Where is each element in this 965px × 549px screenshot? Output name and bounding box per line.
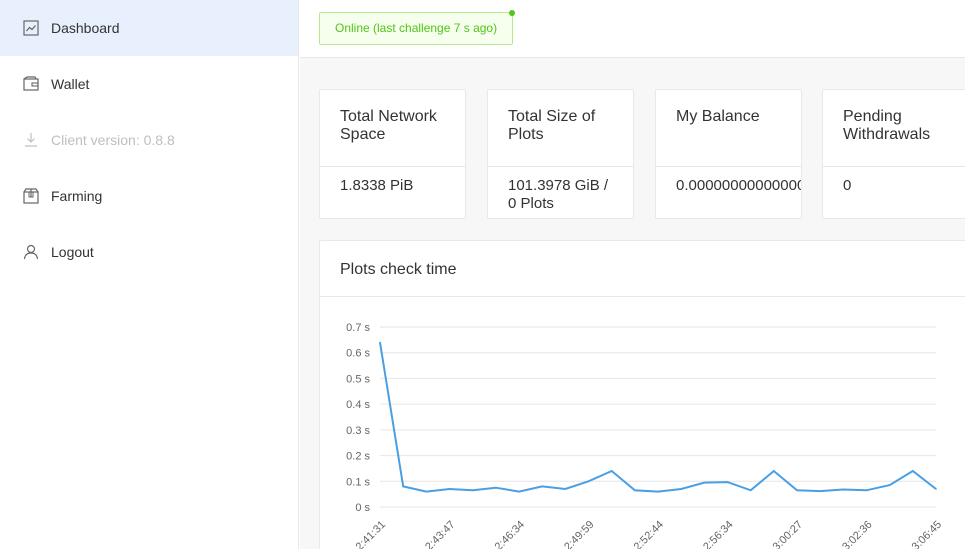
area-chart-icon [22,19,40,37]
sidebar-item-dashboard[interactable]: Dashboard [0,0,298,56]
y-tick-label: 0.3 s [346,425,370,437]
x-tick-label: 2:52:44 [632,519,666,549]
series-line [379,342,937,493]
stat-card-plots-size: Total Size of Plots 101.3978 GiB / 0 Plo… [487,89,634,219]
stat-card-balance: My Balance 0.000000000000000 [655,89,802,219]
data-point [749,489,752,492]
y-tick-label: 0.5 s [346,373,370,385]
data-point [379,341,381,344]
x-tick-label: 3:02:36 [840,519,874,549]
data-point [935,488,937,490]
data-point [842,488,845,491]
data-point [634,489,636,492]
sidebar-item-label: Client version: 0.8.8 [51,132,175,148]
data-point [448,488,451,490]
data-point [912,470,914,472]
data-point [541,485,543,488]
data-point [796,489,798,492]
x-tick-label: 2:46:34 [493,519,527,549]
main-content: Online (last challenge 7 s ago) Total Ne… [300,0,965,549]
sidebar-item-client-version: Client version: 0.8.8 [0,112,298,168]
data-point [865,489,868,492]
x-tick-label: 2:49:59 [562,519,596,549]
stat-card-value: 0 [843,177,852,194]
wallet-icon [22,75,40,93]
line-chart: 0.7 s 0.6 s 0.5 s 0.4 s 0.3 s 0.2 s 0.1 s 0 s 2:… [346,322,944,549]
data-point [726,481,729,483]
data-point [425,490,428,493]
stat-card-title: Total Size of Plots [488,90,633,167]
x-tick-label: 2:41:31 [354,519,388,549]
chart-title: Plots check time [320,241,965,297]
sidebar-item-label: Logout [51,244,94,260]
sidebar-item-farming[interactable]: Farming [0,168,298,224]
stat-card-title: My Balance [656,90,801,167]
stat-card-value: 101.3978 GiB / 0 Plots [508,177,609,212]
y-tick-label: 0.1 s [346,476,370,488]
sidebar-item-wallet[interactable]: Wallet [0,56,298,112]
box-icon [22,187,40,205]
data-point [495,486,497,489]
data-point [657,490,659,493]
status-dot-icon [509,10,516,16]
y-tick-label: 0.7 s [346,322,370,334]
data-point [610,470,613,472]
user-icon [22,243,40,261]
data-point [402,485,404,488]
x-tick-label: 2:43:47 [423,519,457,549]
x-tick-label: 3:06:45 [910,519,944,549]
x-tick-label: 3:00:27 [771,519,805,549]
download-icon [22,131,40,149]
top-bar: Online (last challenge 7 s ago) [300,0,965,58]
y-tick-label: 0.4 s [346,399,370,411]
data-point [819,490,821,492]
data-point [518,490,520,493]
data-point [471,489,474,492]
sidebar-item-label: Dashboard [51,20,120,36]
stat-card-value: 0.000000000000000 [676,177,802,194]
status-text: Online (last challenge 7 s ago) [335,21,498,35]
stat-card-title: Pending Withdrawals [823,90,965,167]
data-point [773,470,775,472]
stat-card-pending-withdrawals: Pending Withdrawals 0 [822,89,965,219]
x-tick-label: 2:56:34 [701,519,735,549]
sidebar-item-label: Wallet [51,76,90,92]
stat-card-value: 1.8338 PiB [340,177,414,194]
stat-card-title: Total Network Space [320,90,465,167]
data-point [703,481,706,484]
data-point [680,488,682,490]
status-badge: Online (last challenge 7 s ago) [319,10,516,45]
chart-card-plots-check-time: Plots check time 0.7 s 0.6 s 0.5 s 0.4 s 0.3… [319,240,965,549]
data-point [888,484,891,486]
data-point [564,488,567,490]
y-tick-label: 0.6 s [346,348,370,360]
data-point [587,480,590,483]
y-tick-label: 0 s [355,502,370,514]
sidebar-item-label: Farming [51,188,103,204]
sidebar: Dashboard Wallet Client version: 0.8.8 F… [0,0,299,549]
sidebar-item-logout[interactable]: Logout [0,224,298,280]
stat-card-network-space: Total Network Space 1.8338 PiB [319,89,466,219]
y-tick-label: 0.2 s [346,451,370,463]
